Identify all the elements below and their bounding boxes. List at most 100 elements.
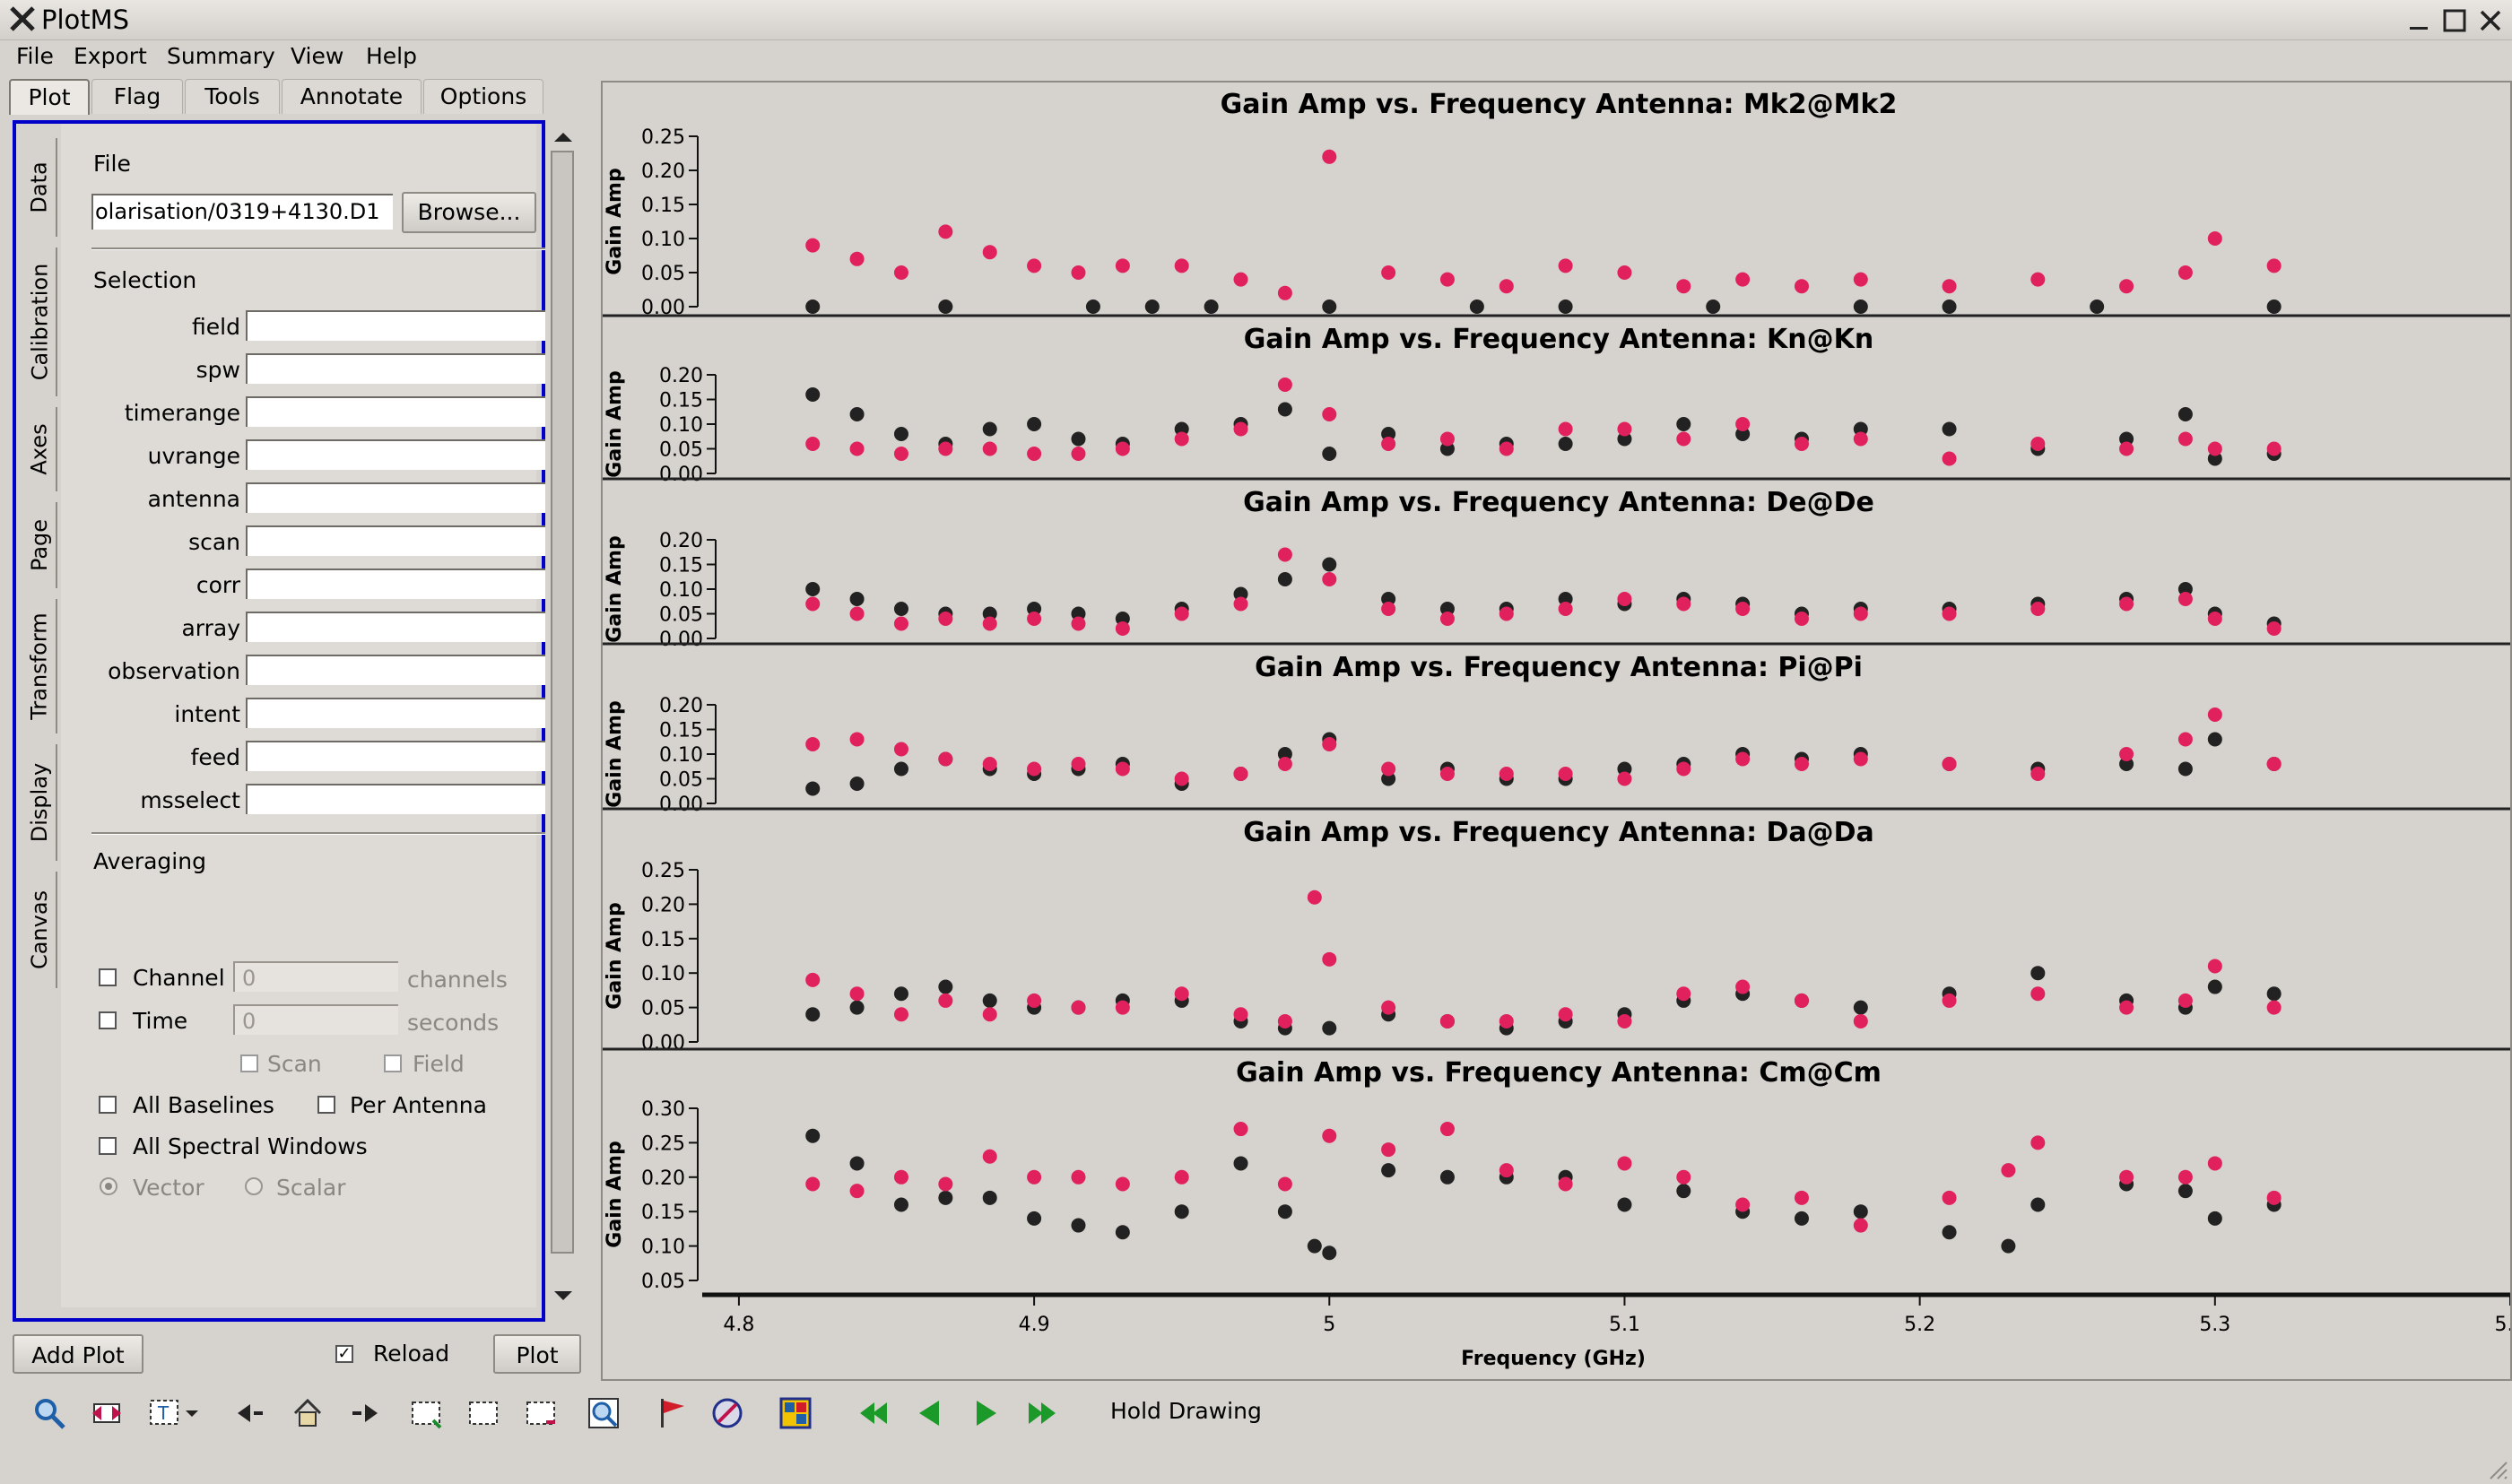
side-tab-display[interactable]: Display bbox=[23, 744, 57, 861]
subtract-region-icon[interactable] bbox=[518, 1391, 563, 1436]
time-checkbox[interactable] bbox=[99, 1011, 117, 1029]
deselect-region-icon[interactable] bbox=[461, 1391, 506, 1436]
data-point bbox=[1233, 596, 1248, 612]
side-tab-axes[interactable]: Axes bbox=[23, 407, 57, 491]
side-tab-transform[interactable]: Transform bbox=[23, 599, 57, 733]
menu-export[interactable]: Export bbox=[74, 41, 147, 72]
chart[interactable]: Gain Amp vs. Frequency Antenna: Mk2@Mk2 0… bbox=[603, 82, 2510, 1379]
tab-plot[interactable]: Plot bbox=[9, 79, 90, 115]
plot-button[interactable]: Plot bbox=[493, 1334, 581, 1374]
iter-next-icon[interactable] bbox=[963, 1391, 1008, 1436]
array-input[interactable] bbox=[246, 612, 551, 642]
side-tab-page[interactable]: Page bbox=[23, 502, 57, 588]
msselect-input[interactable] bbox=[246, 784, 551, 814]
scroll-thumb[interactable] bbox=[551, 151, 574, 1254]
close-icon[interactable] bbox=[2477, 7, 2504, 34]
unflag-icon[interactable] bbox=[705, 1391, 750, 1436]
intent-input[interactable] bbox=[246, 698, 551, 728]
vector-radio[interactable] bbox=[99, 1176, 118, 1196]
observation-input[interactable] bbox=[246, 655, 551, 685]
dropdown-arrow-icon[interactable] bbox=[181, 1391, 203, 1436]
per-antenna-checkbox[interactable] bbox=[317, 1096, 335, 1114]
flag-all-icon[interactable] bbox=[773, 1391, 818, 1436]
y-tick-label: 0.25 bbox=[641, 1133, 685, 1155]
feed-input[interactable] bbox=[246, 741, 551, 771]
iter-prev-icon[interactable] bbox=[908, 1391, 952, 1436]
app-icon bbox=[10, 6, 35, 31]
zoom-icon[interactable] bbox=[27, 1391, 72, 1436]
annotate-text-icon[interactable]: T bbox=[142, 1391, 187, 1436]
iter-last-icon[interactable] bbox=[1019, 1391, 1064, 1436]
channel-avg-input[interactable]: 0 bbox=[233, 961, 398, 992]
scan-input[interactable] bbox=[246, 525, 551, 556]
home-icon[interactable] bbox=[285, 1391, 330, 1436]
all-baselines-checkbox[interactable] bbox=[99, 1096, 117, 1114]
data-point bbox=[2177, 732, 2193, 747]
side-tab-canvas[interactable]: Canvas bbox=[23, 872, 57, 988]
data-point bbox=[1322, 737, 1337, 751]
file-path-input[interactable]: olarisation/0319+4130.D1 bbox=[91, 194, 393, 230]
corr-input[interactable] bbox=[246, 568, 551, 599]
data-point bbox=[1174, 1204, 1189, 1219]
data-point bbox=[1499, 1013, 1514, 1028]
menu-file[interactable]: File bbox=[16, 41, 54, 72]
data-point bbox=[2119, 1169, 2134, 1185]
hold-drawing-label[interactable]: Hold Drawing bbox=[1110, 1398, 1262, 1424]
maximize-icon[interactable] bbox=[2441, 7, 2468, 34]
scroll-down-icon[interactable] bbox=[551, 1286, 576, 1306]
plot-canvas[interactable]: Gain Amp vs. Frequency Antenna: Mk2@Mk2 0… bbox=[601, 81, 2512, 1381]
menu-summary[interactable]: Summary bbox=[167, 41, 275, 72]
data-point bbox=[1174, 771, 1189, 786]
y-tick-label: 0.05 bbox=[641, 263, 685, 285]
antenna-input[interactable] bbox=[246, 482, 551, 513]
tab-flag[interactable]: Flag bbox=[91, 79, 183, 114]
spw-input[interactable] bbox=[246, 353, 551, 384]
data-point bbox=[805, 582, 821, 596]
uvrange-input[interactable] bbox=[246, 439, 551, 470]
menu-view[interactable]: View bbox=[291, 41, 343, 72]
side-tab-calibration[interactable]: Calibration bbox=[23, 247, 57, 396]
all-spw-checkbox[interactable] bbox=[99, 1137, 117, 1155]
field-avg-checkbox[interactable] bbox=[384, 1054, 402, 1072]
channel-checkbox[interactable] bbox=[99, 968, 117, 986]
scroll-up-icon[interactable] bbox=[551, 127, 576, 147]
flag-icon[interactable] bbox=[649, 1391, 694, 1436]
pan-icon[interactable] bbox=[84, 1391, 129, 1436]
time-avg-input[interactable]: 0 bbox=[233, 1004, 398, 1035]
reload-checkbox[interactable]: ✓ bbox=[335, 1345, 353, 1363]
select-region-icon[interactable] bbox=[404, 1391, 448, 1436]
field-input[interactable] bbox=[246, 310, 551, 341]
tab-options[interactable]: Options bbox=[423, 79, 543, 114]
forward-icon[interactable] bbox=[343, 1391, 387, 1436]
browse-button[interactable]: Browse... bbox=[402, 192, 536, 233]
timerange-input[interactable] bbox=[246, 396, 551, 427]
scalar-radio[interactable] bbox=[244, 1176, 264, 1196]
menu-help[interactable]: Help bbox=[366, 41, 417, 72]
data-point bbox=[1277, 1204, 1292, 1219]
data-point bbox=[893, 427, 908, 441]
tab-tools[interactable]: Tools bbox=[185, 79, 280, 114]
data-point bbox=[849, 986, 865, 1002]
data-point bbox=[1853, 299, 1868, 314]
data-point bbox=[2207, 612, 2222, 626]
iter-first-icon[interactable] bbox=[852, 1391, 897, 1436]
locate-icon[interactable] bbox=[581, 1391, 626, 1436]
data-point bbox=[1233, 1007, 1248, 1022]
channel-label: Channel bbox=[133, 965, 225, 991]
antenna-label: antenna bbox=[147, 486, 240, 512]
data-point bbox=[1676, 1169, 1691, 1185]
tab-annotate[interactable]: Annotate bbox=[282, 79, 422, 114]
scan-avg-checkbox[interactable] bbox=[240, 1054, 258, 1072]
data-point bbox=[1027, 612, 1042, 626]
data-point bbox=[1676, 596, 1691, 612]
data-point bbox=[1322, 951, 1337, 967]
back-icon[interactable] bbox=[228, 1391, 273, 1436]
side-tab-data[interactable]: Data bbox=[23, 138, 57, 237]
panel-scrollbar[interactable] bbox=[545, 120, 581, 1322]
data-point bbox=[2207, 979, 2222, 994]
resize-grip-icon[interactable] bbox=[2483, 1455, 2508, 1480]
data-point bbox=[1735, 751, 1751, 767]
add-plot-button[interactable]: Add Plot bbox=[13, 1334, 143, 1374]
minimize-icon[interactable] bbox=[2405, 7, 2432, 34]
data-point bbox=[2266, 621, 2282, 636]
